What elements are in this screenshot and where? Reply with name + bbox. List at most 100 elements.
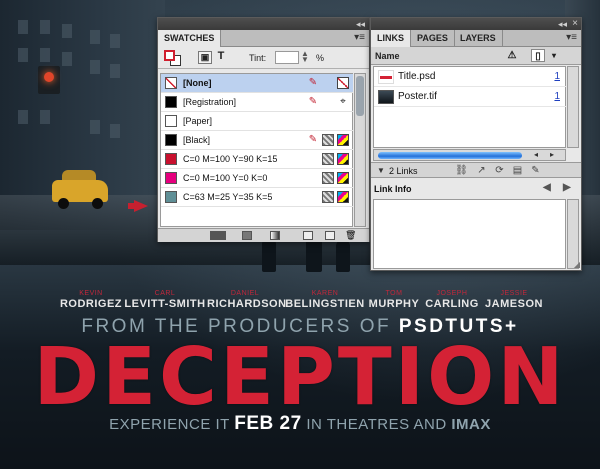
swatch-name: C=0 M=100 Y=90 K=15 xyxy=(183,154,278,164)
cast-member: TOM MURPHY xyxy=(366,290,422,310)
cast-first-name: KEVIN xyxy=(79,290,103,297)
links-tab-bar: LINKS PAGES LAYERS ▾≡ xyxy=(371,30,581,47)
taxi-cab xyxy=(52,170,108,210)
link-info-body xyxy=(373,199,566,269)
traffic-light-icon xyxy=(38,66,60,94)
swatch-row[interactable]: [Registration] ✎ ⌖ xyxy=(161,93,353,112)
update-link-icon[interactable]: ⟳ xyxy=(493,165,506,176)
links-list-scrollbar[interactable] xyxy=(567,66,579,148)
scroll-right-icon[interactable]: ▸ xyxy=(550,150,554,159)
swatch-color-chip xyxy=(165,172,177,184)
next-link-icon[interactable]: ▶ xyxy=(563,182,571,193)
swatch-color-chip xyxy=(165,96,177,108)
cast-last-name: BELINGSTIEN xyxy=(285,298,365,310)
tab-layers[interactable]: LAYERS xyxy=(454,30,503,47)
delete-swatch-icon[interactable]: 🗑 xyxy=(345,231,356,240)
cast-last-name: LEVITT-SMITH xyxy=(124,298,206,310)
swatch-row[interactable]: [Paper] xyxy=(161,112,353,131)
relink-icon[interactable]: ⛓ xyxy=(455,165,468,176)
links-panel: ◂◂ × LINKS PAGES LAYERS ▾≡ Name ⚠ ▯ ▾ Ti… xyxy=(370,17,582,271)
tab-pages[interactable]: PAGES xyxy=(411,30,455,47)
cast-first-name: JESSIE xyxy=(500,290,528,297)
tab-swatches[interactable]: SWATCHES xyxy=(158,30,222,47)
process-color-icon xyxy=(322,172,334,184)
link-page-number[interactable]: 1 xyxy=(554,71,560,82)
cast-member: KAREN BELINGSTIEN xyxy=(284,290,366,310)
panel-title-bar[interactable]: ◂◂ xyxy=(158,18,369,30)
psd-thumbnail-icon xyxy=(378,70,394,84)
cast-list: KEVIN RODRIGEZ CARL LEVITT-SMITH DANIEL … xyxy=(0,290,600,314)
links-list: Title.psd 1 Poster.tif 1 xyxy=(373,66,566,148)
cast-member: CARL LEVITT-SMITH xyxy=(124,290,206,310)
registration-mark-icon: ⌖ xyxy=(340,96,346,107)
swatch-row[interactable]: [Black] ✎ xyxy=(161,131,353,150)
resize-grip-icon[interactable]: ◢ xyxy=(574,260,580,269)
chevron-down-icon[interactable]: ▾ xyxy=(547,49,561,62)
cast-last-name: JAMESON xyxy=(485,298,543,310)
cast-first-name: KAREN xyxy=(311,290,339,297)
swatches-panel: ◂◂ SWATCHES ▾≡ ▣ T Tint: ▲ ▼ % [None] ✎ [… xyxy=(157,17,370,242)
tagline-middle: IN THEATRES AND xyxy=(306,416,447,433)
process-color-icon xyxy=(322,191,334,203)
swatch-list-scrollbar[interactable] xyxy=(354,73,366,227)
show-color-swatches-icon[interactable] xyxy=(242,231,252,240)
previous-link-icon[interactable]: ◀ xyxy=(543,182,551,193)
swatch-row[interactable]: C=0 M=100 Y=90 K=15 xyxy=(161,150,353,169)
collapse-panel-icon[interactable]: ◂◂ xyxy=(356,19,365,29)
tab-links[interactable]: LINKS xyxy=(371,30,411,47)
cmyk-mode-icon xyxy=(337,191,349,203)
formatting-container-icon[interactable]: ▣ xyxy=(198,51,212,64)
link-info-scrollbar[interactable] xyxy=(567,199,579,269)
warning-status-icon[interactable]: ⚠ xyxy=(505,49,519,62)
cast-last-name: RODRIGEZ xyxy=(59,298,123,310)
panel-menu-icon[interactable]: ▾≡ xyxy=(566,32,577,43)
cast-first-name: JOSEPH xyxy=(436,290,468,297)
fill-stroke-icon[interactable] xyxy=(164,50,182,66)
page-column-icon[interactable]: ▯ xyxy=(531,49,545,62)
scrollbar-thumb[interactable] xyxy=(378,152,522,159)
figure-silhouette xyxy=(262,238,276,272)
swatches-tab-bar: SWATCHES ▾≡ xyxy=(158,30,369,47)
links-status-bar: ▼ 2 Links ⛓ ↗ ⟳ ▤ ✎ xyxy=(371,162,581,178)
tint-input[interactable] xyxy=(275,51,299,64)
formatting-text-button[interactable]: T xyxy=(214,51,228,64)
links-count: 2 Links xyxy=(389,166,418,176)
swatch-row[interactable]: C=0 M=100 Y=0 K=0 xyxy=(161,169,353,188)
panel-menu-icon[interactable]: ▾≡ xyxy=(354,32,365,43)
swatch-row[interactable]: [None] ✎ xyxy=(161,74,353,93)
show-gradient-swatches-icon[interactable] xyxy=(270,231,280,240)
swatch-options-icon[interactable] xyxy=(303,231,313,240)
new-swatch-icon[interactable] xyxy=(325,231,335,240)
expand-triangle-icon[interactable]: ▼ xyxy=(377,166,385,175)
link-row[interactable]: Title.psd 1 xyxy=(374,67,566,87)
link-info-header: Link Info ◀ ▶ xyxy=(371,181,581,197)
links-horizontal-scrollbar[interactable]: ◂ ▸ xyxy=(373,149,566,161)
link-page-number[interactable]: 1 xyxy=(554,91,560,102)
process-color-icon xyxy=(322,134,334,146)
swatch-none-chip xyxy=(165,77,177,89)
swatch-row[interactable]: C=63 M=25 Y=35 K=5 xyxy=(161,188,353,207)
process-color-icon xyxy=(322,153,334,165)
link-row[interactable]: Poster.tif 1 xyxy=(374,87,566,107)
cast-last-name: CARLING xyxy=(425,298,479,310)
non-editable-pencil-icon: ✎ xyxy=(308,96,318,107)
cmyk-mode-icon xyxy=(337,134,349,146)
cast-last-name: MURPHY xyxy=(368,298,420,310)
edit-original-icon[interactable]: ▤ xyxy=(511,165,524,176)
name-column-header[interactable]: Name xyxy=(375,51,400,61)
show-all-swatches-icon[interactable] xyxy=(210,231,226,240)
edit-pencil-icon[interactable]: ✎ xyxy=(529,165,542,176)
close-icon[interactable]: × xyxy=(572,18,578,29)
swatch-name: [Paper] xyxy=(183,116,213,126)
scroll-left-icon[interactable]: ◂ xyxy=(534,150,538,159)
panel-title-bar[interactable]: ◂◂ × xyxy=(371,18,581,30)
go-to-link-icon[interactable]: ↗ xyxy=(475,165,488,176)
tab-pages-label: PAGES xyxy=(417,33,448,43)
tint-stepper-icon[interactable]: ▲ ▼ xyxy=(301,50,309,64)
collapse-panel-icon[interactable]: ◂◂ xyxy=(558,19,567,29)
swatch-name: [Black] xyxy=(183,135,211,145)
cast-last-name: RICHARDSON xyxy=(207,298,287,310)
swatch-name: [Registration] xyxy=(183,97,237,107)
cast-first-name: DANIEL xyxy=(230,290,260,297)
swatch-name: [None] xyxy=(183,78,212,88)
